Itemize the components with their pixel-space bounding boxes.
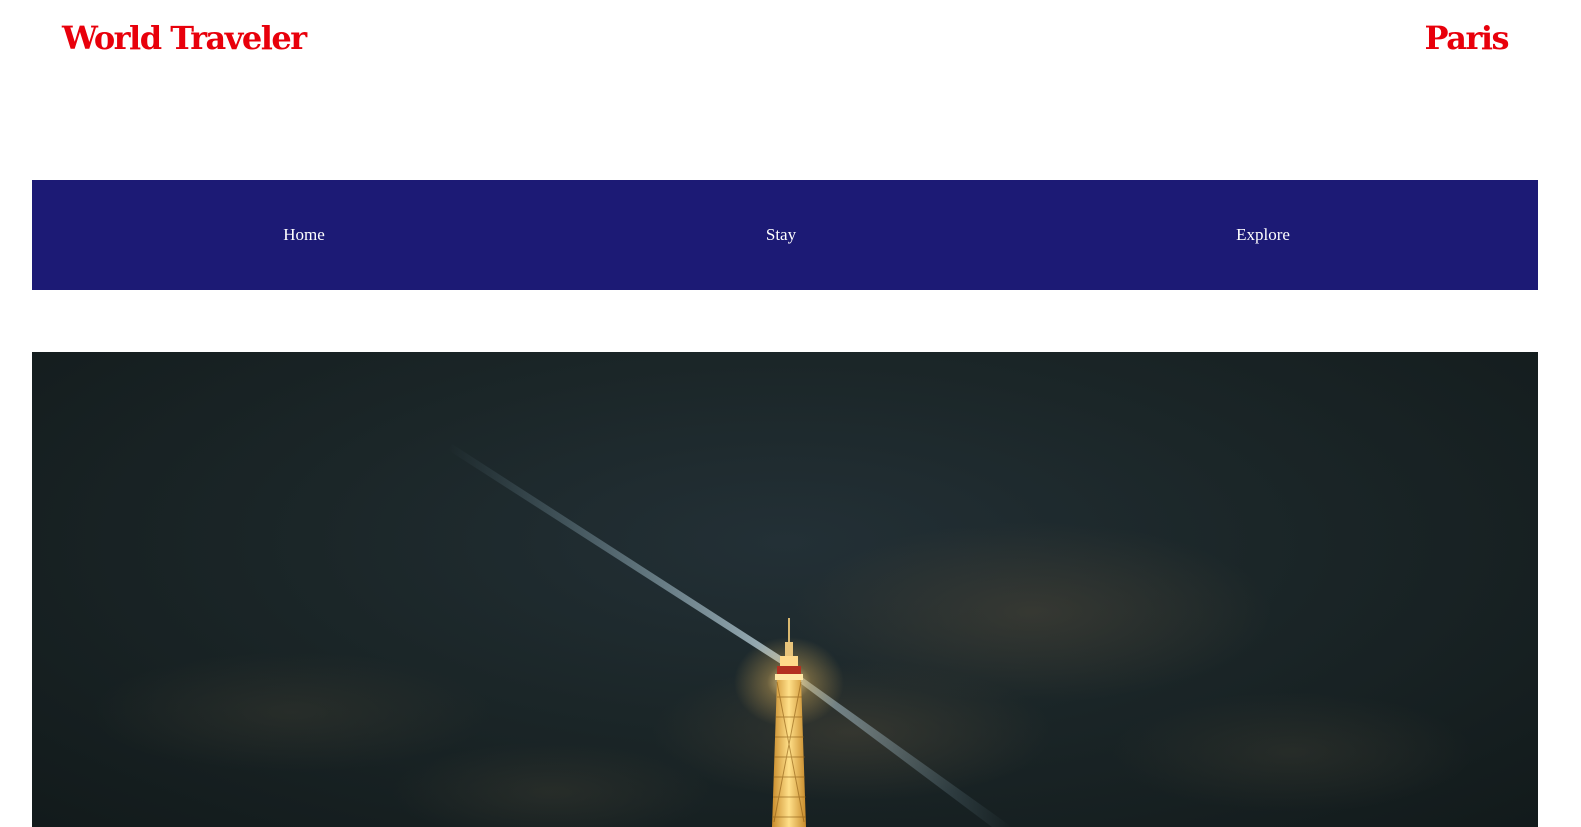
site-logo-title[interactable]: World Traveler (62, 22, 307, 54)
nav-item-explore[interactable]: Explore (1236, 180, 1290, 290)
site-header: World Traveler Paris (0, 0, 1581, 90)
eiffel-tower-illustration (92, 444, 1472, 827)
main-navigation: Home Stay Explore (32, 180, 1538, 290)
nav-item-home[interactable]: Home (283, 180, 325, 290)
city-title: Paris (1424, 19, 1510, 57)
nav-item-stay[interactable]: Stay (766, 180, 796, 290)
hero-image-eiffel-tower (32, 352, 1538, 827)
